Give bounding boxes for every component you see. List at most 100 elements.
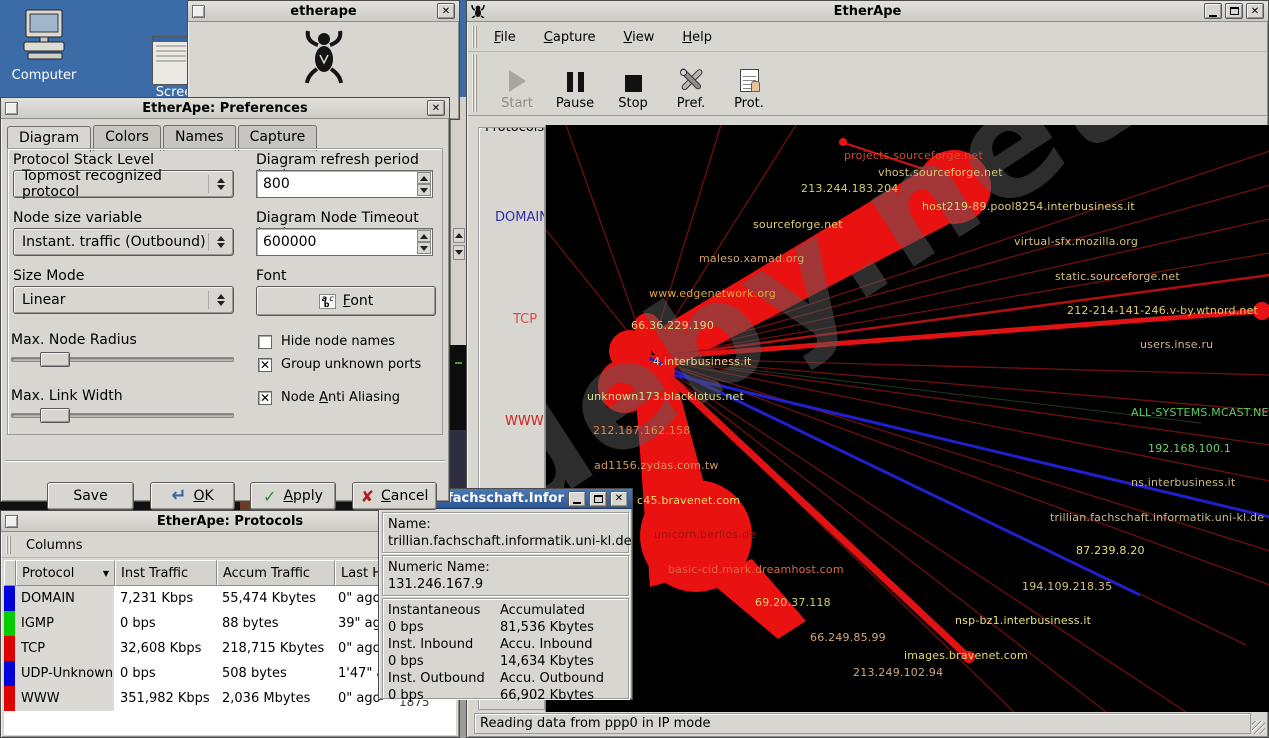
size-mode-select[interactable]: Linear — [13, 286, 234, 314]
network-canvas[interactable]: deby.net projects.sourceforge.netvhost.s… — [545, 125, 1269, 712]
mini-window-titlebar[interactable]: etherape ✕ — [188, 1, 459, 22]
menu-columns[interactable]: Columns — [26, 538, 83, 553]
node-label[interactable]: 69.20.37.118 — [755, 596, 831, 609]
refresh-period-input[interactable]: 800 — [256, 170, 433, 198]
column-inst-traffic[interactable]: Inst Traffic — [115, 560, 217, 586]
node-label[interactable]: www.edgenetwork.org — [649, 287, 776, 300]
accum-traffic-value: 55,474 Kbytes — [216, 586, 334, 611]
max-link-width-slider[interactable] — [11, 413, 234, 418]
node-label[interactable]: nsp-bz1.interbusiness.it — [955, 614, 1091, 627]
close-icon[interactable]: ✕ — [437, 3, 455, 19]
node-label[interactable]: virtual-sfx.mozilla.org — [1014, 235, 1138, 248]
node-anti-aliasing-option[interactable]: ✕ Node Anti Aliasing — [258, 390, 400, 405]
slider-handle[interactable] — [40, 408, 70, 423]
group-unknown-ports-option[interactable]: ✕ Group unknown ports — [258, 357, 421, 372]
resize-grip[interactable] — [1252, 721, 1265, 734]
node-label[interactable]: sourceforge.net — [753, 218, 843, 231]
menu-view[interactable]: View — [623, 30, 654, 45]
node-label[interactable]: 213.249.102.94 — [853, 666, 943, 679]
minimize-icon[interactable] — [1204, 3, 1222, 19]
preferences-titlebar[interactable]: EtherApe: Preferences ✕ — [1, 98, 449, 119]
slider-handle[interactable] — [40, 352, 70, 367]
minimize-icon[interactable] — [568, 491, 586, 507]
desktop-icon-computer-label: Computer — [8, 68, 80, 83]
spin-up-icon[interactable] — [417, 230, 431, 242]
node-label[interactable]: images.bravenet.com — [904, 649, 1028, 662]
color-column-header[interactable] — [4, 560, 16, 586]
node-anti-aliasing-checkbox[interactable]: ✕ — [258, 391, 272, 405]
inst-outbound-label: Inst. Outbound — [388, 670, 500, 687]
menu-help[interactable]: Help — [682, 30, 712, 45]
preferences-dialog: EtherApe: Preferences ✕ Diagram Colors N… — [0, 97, 450, 502]
protocols-button[interactable]: Prot. — [722, 55, 776, 115]
node-label[interactable]: static.sourceforge.net — [1055, 270, 1180, 283]
node-label[interactable]: maleso.xamad.org — [699, 252, 804, 265]
node-label[interactable]: 192.168.100.1 — [1148, 442, 1231, 455]
node-label[interactable]: projects.sourceforge.net — [844, 149, 983, 162]
menu-capture[interactable]: Capture — [544, 30, 596, 45]
node-label[interactable]: 66.36.229.190 — [631, 319, 714, 332]
cancel-button[interactable]: ✘Cancel — [352, 482, 437, 510]
close-icon[interactable]: ✕ — [1246, 3, 1264, 19]
toolbar-grip[interactable] — [472, 55, 477, 112]
node-label[interactable]: 212-214-141-246.v-by.wtnord.net — [1067, 304, 1258, 317]
node-timeout-input[interactable]: 600000 — [256, 228, 433, 256]
save-button[interactable]: Save — [47, 482, 134, 510]
close-icon[interactable]: ✕ — [610, 491, 628, 507]
node-label[interactable]: 194.109.218.35 — [1022, 580, 1112, 593]
node-label[interactable]: users.inse.ru — [1140, 338, 1213, 351]
start-button[interactable]: Start — [490, 55, 544, 115]
maximize-icon[interactable] — [589, 491, 607, 507]
max-link-width-label: Max. Link Width — [11, 388, 123, 404]
node-label[interactable]: trillian.fachschaft.informatik.uni-kl.de — [1050, 511, 1264, 524]
protocol-color-swatch — [4, 686, 15, 711]
apply-button[interactable]: ✓Apply — [250, 482, 336, 510]
protocol-name: TCP — [15, 636, 114, 661]
screenshot-thumbnail[interactable] — [152, 36, 190, 85]
name-value: trillian.fachschaft.informatik.uni-kl.de — [388, 533, 623, 550]
close-icon[interactable]: ✕ — [427, 100, 445, 116]
hide-node-names-checkbox[interactable] — [258, 335, 272, 349]
node-label[interactable]: ns.interbusiness.it — [1131, 476, 1235, 489]
stop-button[interactable]: Stop — [606, 55, 660, 115]
preferences-button[interactable]: Pref. — [664, 55, 718, 115]
legend-title: Protocols — [482, 127, 545, 135]
protocol-stack-level-select[interactable]: Topmost recognized protocol — [13, 170, 234, 198]
node-label[interactable]: c45.bravenet.com — [637, 494, 740, 507]
node-label[interactable]: vhost.sourceforge.net — [878, 166, 1003, 179]
node-label[interactable]: ALL-SYSTEMS.MCAST.NET — [1131, 406, 1269, 419]
ok-arrow-icon: ↵ — [171, 489, 186, 503]
spin-up-icon[interactable] — [417, 172, 431, 184]
node-label[interactable]: 66.249.85.99 — [810, 631, 886, 644]
column-protocol[interactable]: Protocol▼ — [16, 560, 115, 586]
node-label[interactable]: ad1156.zydas.com.tw — [594, 459, 719, 472]
node-label[interactable]: 4.interbusiness.it — [653, 355, 752, 368]
node-size-variable-select[interactable]: Instant. traffic (Outbound) — [13, 228, 234, 256]
desktop-icon-computer[interactable]: Computer — [8, 8, 80, 83]
max-node-radius-slider[interactable] — [11, 357, 234, 362]
node-label[interactable]: basic-cid.mark.dreamhost.com — [668, 563, 844, 576]
spin-down-icon[interactable] — [417, 242, 431, 254]
node-label[interactable]: 87.239.8.20 — [1076, 544, 1145, 557]
menubar-grip[interactable] — [472, 26, 477, 48]
menubar-grip[interactable] — [6, 536, 11, 554]
font-button[interactable]: acb Font — [256, 286, 436, 316]
main-titlebar[interactable]: EtherApe ✕ — [467, 1, 1268, 22]
node-label[interactable]: unknown173.blacklotus.net — [587, 390, 744, 403]
pause-button[interactable]: Pause — [548, 55, 602, 115]
node-label[interactable]: 213.244.183.204 — [801, 182, 898, 195]
column-accum-traffic[interactable]: Accum Traffic — [217, 560, 335, 586]
node-label[interactable]: unicorn.berlios.de — [654, 528, 756, 541]
node-label[interactable]: 212.187.162.158 — [593, 424, 690, 437]
ok-button[interactable]: ↵OK — [150, 482, 235, 510]
protocol-name: WWW — [15, 686, 114, 711]
protocol-stack-level-label: Protocol Stack Level — [13, 152, 154, 168]
maximize-icon[interactable] — [1225, 3, 1243, 19]
group-unknown-ports-checkbox[interactable]: ✕ — [258, 358, 272, 372]
spin-down-icon[interactable] — [417, 184, 431, 196]
node-label[interactable]: host219-89.pool8254.interbusiness.it — [922, 200, 1135, 213]
desktop: { "desktop": { "computer_label": "Comput… — [0, 0, 1269, 738]
hide-node-names-option[interactable]: Hide node names — [258, 334, 395, 349]
accum-traffic-value: 2,036 Mbytes — [216, 686, 334, 711]
menu-file[interactable]: File — [494, 30, 516, 45]
